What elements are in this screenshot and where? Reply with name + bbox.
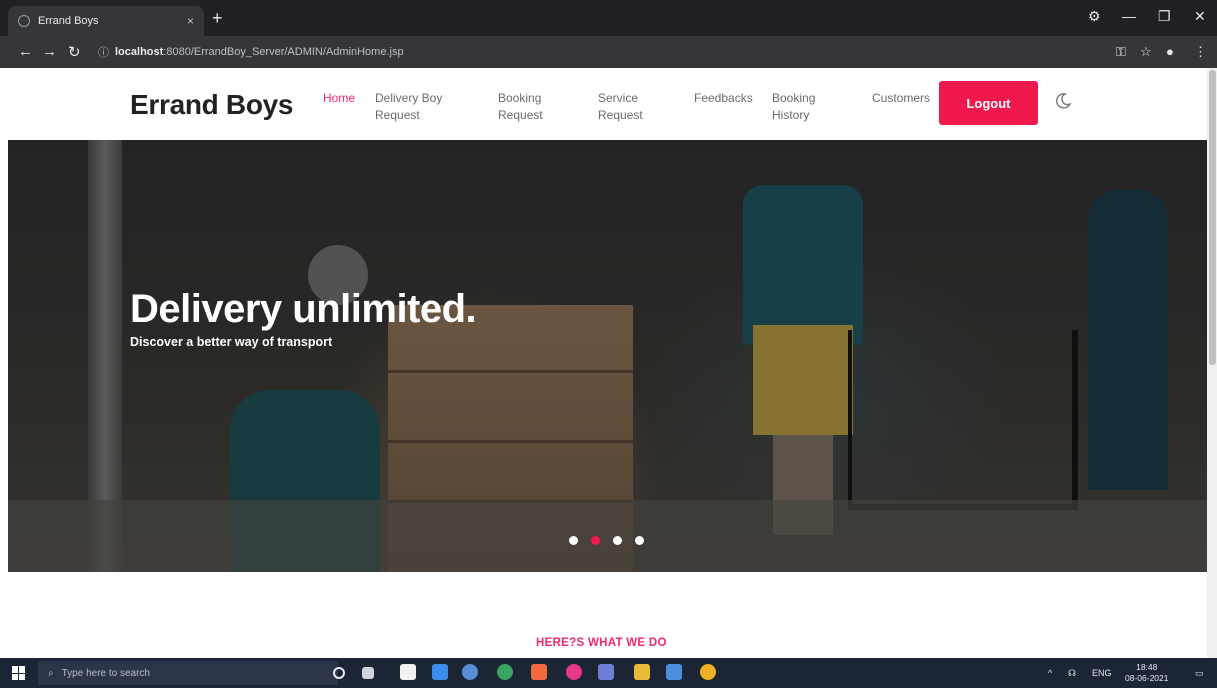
- nav-feedbacks[interactable]: Feedbacks: [694, 90, 753, 107]
- nav-label-line2: Request: [375, 108, 420, 122]
- store-icon[interactable]: [400, 664, 416, 680]
- nav-label-line1: Booking: [772, 91, 816, 105]
- nav-label-line1: Service: [598, 91, 639, 105]
- hero-carousel[interactable]: Delivery unlimited. Discover a better wa…: [8, 140, 1207, 572]
- app-icon[interactable]: [566, 664, 582, 680]
- hero-subtitle: Discover a better way of transport: [130, 335, 333, 349]
- notification-icon[interactable]: ▭: [1195, 668, 1204, 679]
- new-tab-button[interactable]: +: [212, 8, 223, 28]
- carousel-indicators: [569, 536, 644, 545]
- page-scrollbar-thumb[interactable]: [1209, 70, 1216, 365]
- logout-button[interactable]: Logout: [939, 81, 1038, 125]
- nav-customers[interactable]: Customers: [872, 90, 930, 107]
- windows-icon[interactable]: [12, 666, 26, 680]
- nav-booking-request[interactable]: Booking Request: [498, 90, 543, 124]
- section-label: HERE?S WHAT WE DO: [536, 637, 667, 649]
- search-icon: ⌕: [48, 667, 54, 679]
- star-icon[interactable]: ☆: [1140, 44, 1152, 60]
- menu-dots-icon[interactable]: ⋮: [1194, 44, 1207, 60]
- taskbar-search-input[interactable]: ⌕ Type here to search: [38, 661, 338, 685]
- chrome-icon[interactable]: [700, 664, 716, 680]
- reload-icon[interactable]: ↻: [68, 43, 81, 61]
- url-input[interactable]: ⓘ localhost :8080/ErrandBoy_Server/ADMIN…: [98, 41, 1098, 63]
- task-view-icon[interactable]: [362, 667, 374, 679]
- profile-icon[interactable]: ●: [1166, 44, 1174, 59]
- network-icon[interactable]: ☊: [1068, 668, 1076, 679]
- nav-label-line1: Delivery Boy: [375, 91, 443, 105]
- nav-label-line2: Request: [598, 108, 643, 122]
- folder-icon[interactable]: [634, 664, 650, 680]
- tab-close-icon[interactable]: ×: [187, 14, 194, 28]
- nav-service-request[interactable]: Service Request: [598, 90, 643, 124]
- nav-home[interactable]: Home: [323, 90, 355, 107]
- app-icon[interactable]: [666, 664, 682, 680]
- forward-arrow-icon[interactable]: →: [42, 43, 57, 60]
- nav-delivery-boy-request[interactable]: Delivery Boy Request: [375, 90, 442, 124]
- url-host: localhost: [115, 46, 164, 58]
- nav-label-line2: History: [772, 108, 810, 122]
- search-placeholder: Type here to search: [61, 667, 150, 679]
- windows-taskbar: ⌕ Type here to search ^ ☊ ENG 18:48 08-0…: [0, 658, 1217, 688]
- browser-address-bar: ← → ↻ ⓘ localhost :8080/ErrandBoy_Server…: [0, 36, 1217, 68]
- carousel-dot[interactable]: [613, 536, 622, 545]
- browser-tab[interactable]: Errand Boys ×: [8, 6, 204, 36]
- back-arrow-icon[interactable]: ←: [18, 43, 33, 60]
- globe-icon: [18, 15, 30, 27]
- maximize-icon[interactable]: ❐: [1158, 8, 1171, 25]
- extension-icon[interactable]: ⚙: [1088, 8, 1101, 25]
- moon-icon[interactable]: [1054, 92, 1072, 110]
- tray-chevron-icon[interactable]: ^: [1048, 668, 1052, 678]
- minimize-icon[interactable]: —: [1122, 8, 1136, 24]
- key-icon[interactable]: ⚿: [1116, 44, 1126, 60]
- carousel-dot[interactable]: [569, 536, 578, 545]
- site-header: Errand Boys Home Delivery Boy Request Bo…: [0, 68, 1217, 140]
- app-icon[interactable]: [462, 664, 478, 680]
- url-path: :8080/ErrandBoy_Server/ADMIN/AdminHome.j…: [163, 46, 404, 58]
- app-icon[interactable]: [497, 664, 513, 680]
- brand-logo[interactable]: Errand Boys: [130, 89, 294, 121]
- brave-icon[interactable]: [531, 664, 547, 680]
- nav-booking-history[interactable]: Booking History: [772, 90, 815, 124]
- tab-title: Errand Boys: [38, 15, 99, 27]
- close-window-icon[interactable]: ✕: [1194, 8, 1206, 25]
- nav-label-line1: Booking: [498, 91, 542, 105]
- clock-time: 18:48: [1136, 662, 1158, 672]
- cortana-icon[interactable]: [333, 667, 345, 679]
- carousel-dot[interactable]: [635, 536, 644, 545]
- clock-date: 08-06-2021: [1125, 673, 1169, 683]
- nav-label-line2: Request: [498, 108, 543, 122]
- app-icon[interactable]: [432, 664, 448, 680]
- language-indicator[interactable]: ENG: [1092, 668, 1112, 678]
- hero-title: Delivery unlimited.: [130, 287, 477, 331]
- app-icon[interactable]: [598, 664, 614, 680]
- browser-tab-bar: Errand Boys × + ⚙ — ❐ ✕: [0, 0, 1217, 36]
- taskbar-clock[interactable]: 18:48 08-06-2021: [1125, 662, 1168, 684]
- carousel-dot[interactable]: [591, 536, 600, 545]
- info-icon: ⓘ: [98, 47, 109, 59]
